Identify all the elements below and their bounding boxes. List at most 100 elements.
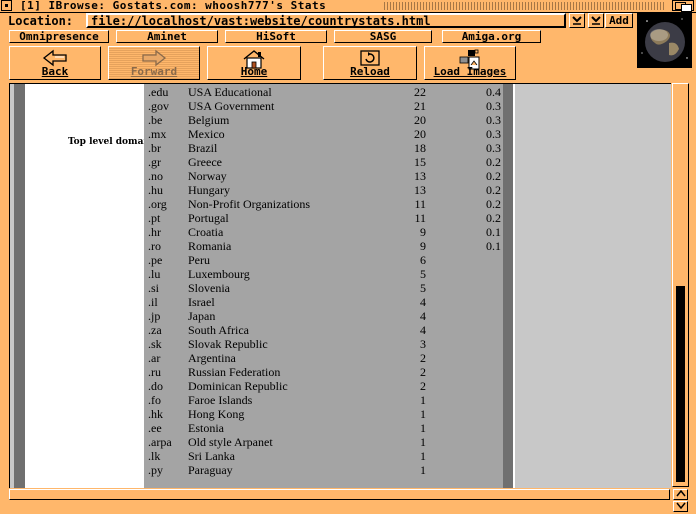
- location-input[interactable]: file://localhost/vast:website/countrysta…: [86, 13, 566, 28]
- hit-count: 2: [420, 379, 426, 393]
- vertical-scrollbar[interactable]: [672, 83, 689, 487]
- domain-code: .za: [148, 323, 162, 337]
- hit-count: 4: [420, 323, 426, 337]
- country-name: Croatia: [188, 225, 224, 239]
- hit-count: 1: [420, 449, 426, 463]
- domain-code: .gr: [148, 155, 161, 169]
- page-viewport[interactable]: Top level domain .edu USA Educational 22 0.…: [9, 83, 671, 488]
- history-dropdown-button[interactable]: [569, 13, 585, 28]
- hotlist-omnipresence[interactable]: Omnipresence: [9, 30, 109, 43]
- hit-percent: 0.3: [486, 141, 501, 155]
- back-button[interactable]: Back: [9, 46, 101, 80]
- hit-count: 15: [414, 155, 426, 169]
- hit-count: 3: [420, 337, 426, 351]
- domain-code: .fo: [148, 393, 161, 407]
- forward-label: Forward: [130, 65, 178, 78]
- domain-code: .lu: [148, 267, 161, 281]
- country-name: Romania: [188, 239, 232, 253]
- table-row: .arpa Old style Arpanet 1: [144, 435, 503, 449]
- country-name: Dominican Republic: [188, 379, 288, 393]
- scroll-up-button[interactable]: [673, 489, 688, 500]
- domain-code: .mx: [148, 127, 167, 141]
- table-row: .sk Slovak Republic 3: [144, 337, 503, 351]
- forward-button[interactable]: Forward: [108, 46, 200, 80]
- country-name: Non-Profit Organizations: [188, 197, 311, 211]
- chevron-down-icon: [591, 16, 601, 25]
- table-row: .fo Faroe Islands 1: [144, 393, 503, 407]
- hit-count: 22: [414, 85, 426, 99]
- hit-count: 9: [420, 239, 426, 253]
- hit-count: 13: [414, 183, 426, 197]
- back-label: Back: [41, 65, 69, 78]
- table-row: .br Brazil 18 0.3: [144, 141, 503, 155]
- arrow-up-icon: [675, 489, 686, 497]
- add-bookmark-button[interactable]: Add: [605, 13, 633, 28]
- hit-count: 21: [414, 99, 426, 113]
- country-name: Paraguay: [188, 463, 233, 477]
- hotlist-dropdown-button[interactable]: [588, 13, 604, 28]
- table-row: .pt Portugal 11 0.2: [144, 211, 503, 225]
- country-name: Russian Federation: [188, 365, 281, 379]
- globe-icon: [637, 13, 692, 68]
- hit-count: 9: [420, 225, 426, 239]
- table-row: .gov USA Government 21 0.3: [144, 99, 503, 113]
- hit-percent: 0.1: [486, 239, 501, 253]
- hotlist-aminet[interactable]: Aminet: [116, 30, 218, 43]
- country-name: Norway: [188, 169, 227, 183]
- domain-code: .ar: [148, 351, 161, 365]
- horizontal-scrollbar[interactable]: [9, 489, 670, 500]
- domain-code: .ru: [148, 365, 161, 379]
- table-row: .org Non-Profit Organizations 11 0.2: [144, 197, 503, 211]
- hit-count: 13: [414, 169, 426, 183]
- hotlist-sasg[interactable]: SASG: [334, 30, 432, 43]
- hit-count: 4: [420, 309, 426, 323]
- hotlist-amiga-org[interactable]: Amiga.org: [442, 30, 541, 43]
- domain-code: .ro: [148, 239, 161, 253]
- hit-count: 18: [414, 141, 426, 155]
- hit-percent: 0.1: [486, 225, 501, 239]
- country-stats-table: .edu USA Educational 22 0.4 .gov USA Governme…: [144, 84, 503, 488]
- country-name: USA Government: [188, 99, 275, 113]
- domain-code: .no: [148, 169, 163, 183]
- hit-percent: 0.3: [486, 127, 501, 141]
- domain-code: .si: [148, 281, 160, 295]
- domain-code: .gov: [148, 99, 169, 113]
- hit-count: 5: [420, 281, 426, 295]
- close-window-icon[interactable]: [1, 0, 12, 11]
- hit-count: 2: [420, 351, 426, 365]
- scroll-down-button[interactable]: [673, 501, 688, 512]
- home-button[interactable]: Home: [207, 46, 301, 80]
- load-images-label: Load Images: [433, 65, 507, 78]
- domain-code: .hu: [148, 183, 163, 197]
- arrow-down-icon: [675, 502, 686, 510]
- reload-label: Reload: [350, 65, 390, 78]
- table-row: .be Belgium 20 0.3: [144, 113, 503, 127]
- table-row: .jp Japan 4: [144, 309, 503, 323]
- hit-count: 20: [414, 127, 426, 141]
- hit-count: 1: [420, 463, 426, 477]
- load-images-button[interactable]: Load Images: [424, 46, 516, 80]
- hotlist-hisoft[interactable]: HiSoft: [225, 30, 327, 43]
- hit-count: 2: [420, 365, 426, 379]
- hit-percent: 0.2: [486, 169, 501, 183]
- country-name: USA Educational: [188, 85, 272, 99]
- ibrowse-globe-logo[interactable]: [637, 13, 692, 68]
- reload-button[interactable]: Reload: [323, 46, 417, 80]
- vertical-scroll-knob[interactable]: [676, 286, 685, 482]
- table-row: .edu USA Educational 22 0.4: [144, 85, 503, 99]
- hit-percent: 0.2: [486, 155, 501, 169]
- domain-code: .ee: [148, 421, 162, 435]
- table-row: .do Dominican Republic 2: [144, 379, 503, 393]
- country-name: Israel: [188, 295, 215, 309]
- domain-code: .lk: [148, 449, 161, 463]
- country-name: Belgium: [188, 113, 230, 127]
- depth-gadget-icon[interactable]: [672, 0, 694, 12]
- titlebar-drag-area[interactable]: [384, 2, 666, 10]
- country-name: South Africa: [188, 323, 249, 337]
- country-name: Mexico: [188, 127, 225, 141]
- country-name: Estonia: [188, 421, 224, 435]
- domain-code: .il: [148, 295, 158, 309]
- window-titlebar[interactable]: [1] IBrowse: Gostats.com: whoosh777's St…: [0, 0, 696, 13]
- domain-code: .do: [148, 379, 163, 393]
- hit-percent: 0.4: [486, 85, 501, 99]
